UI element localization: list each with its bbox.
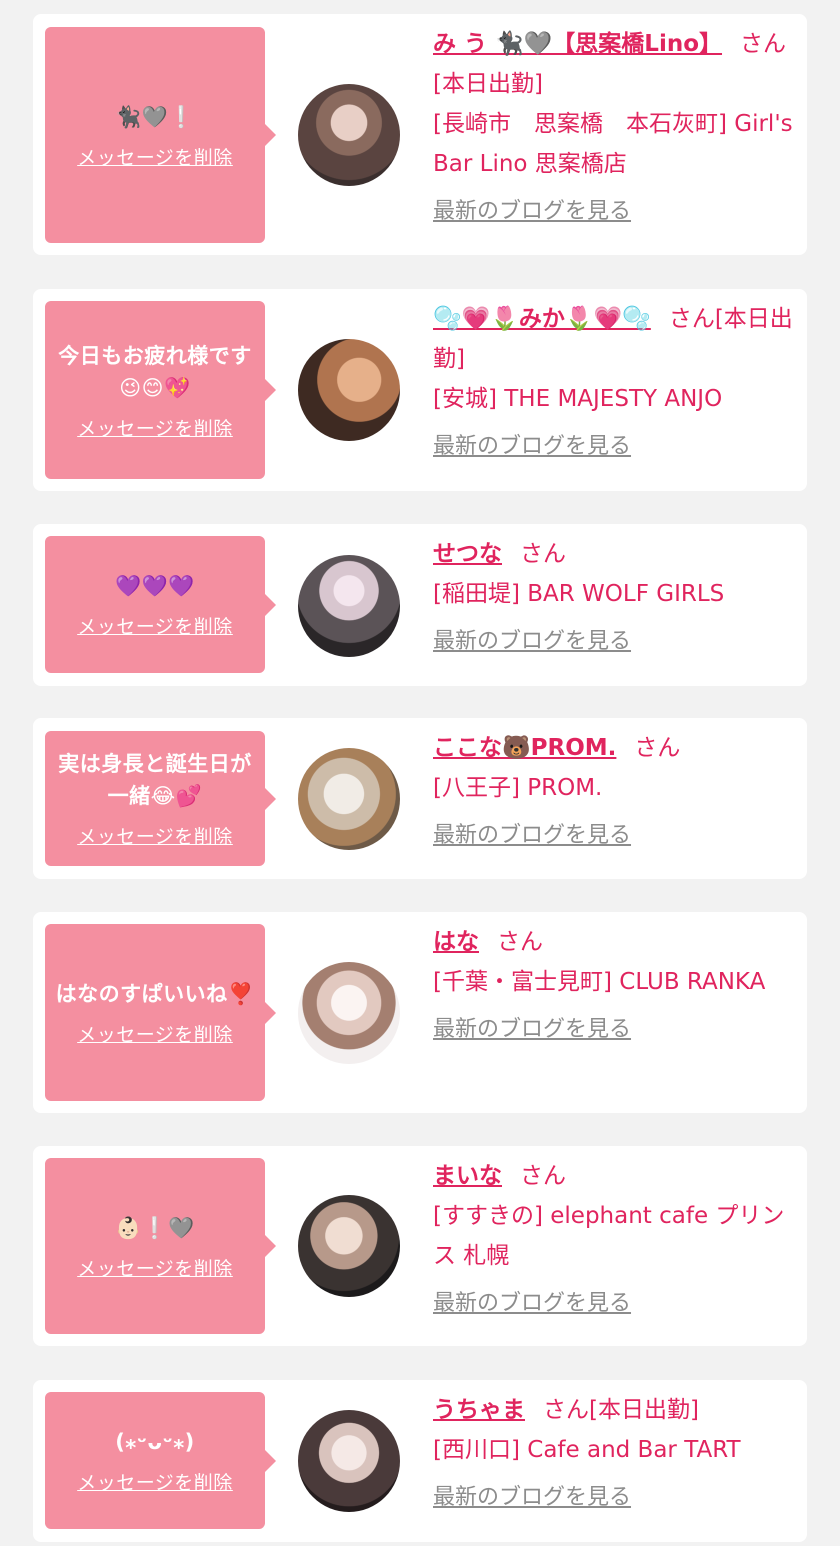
cast-name-link[interactable]: 🫧💗🌷みか🌷💗🫧 bbox=[433, 306, 651, 332]
list-item: 今日もお疲れ様です😉😊💖 メッセージを削除 🫧💗🌷みか🌷💗🫧 さん[本日出勤] [… bbox=[33, 289, 807, 491]
shop-info: [八王子] PROM. bbox=[433, 775, 603, 801]
list-item: (⁎ᵕᴗᵕ⁎) メッセージを削除 うちゃま さん[本日出勤] [西川口] Cafe… bbox=[33, 1380, 807, 1542]
latest-blog-link[interactable]: 最新のブログを見る bbox=[433, 1284, 631, 1324]
shop-info: [西川口] Cafe and Bar TART bbox=[433, 1437, 741, 1463]
cast-name-link[interactable]: み う 🐈‍⬛🩶【思案橋Lino】 bbox=[433, 31, 722, 57]
latest-blog-link[interactable]: 最新のブログを見る bbox=[433, 427, 631, 467]
list-item: 実は身長と誕生日が一緒😂💕 メッセージを削除 ここな🐻PROM. さん [八王子]… bbox=[33, 718, 807, 879]
message-bubble: はなのすぱいいね❣️ メッセージを削除 bbox=[45, 924, 276, 1101]
cast-name-link[interactable]: うちゃま bbox=[433, 1397, 525, 1423]
avatar[interactable] bbox=[298, 84, 400, 186]
delete-message-link[interactable]: メッセージを削除 bbox=[77, 414, 233, 441]
honorific-status: さん bbox=[520, 541, 566, 567]
message-text: 👶🏻❕🩶 bbox=[115, 1215, 195, 1240]
avatar[interactable] bbox=[298, 1195, 400, 1297]
delete-message-link[interactable]: メッセージを削除 bbox=[77, 822, 233, 849]
shop-info: [すすきの] elephant cafe プリンス 札幌 bbox=[433, 1203, 785, 1269]
latest-blog-link[interactable]: 最新のブログを見る bbox=[433, 192, 631, 232]
avatar[interactable] bbox=[298, 962, 400, 1064]
latest-blog-link[interactable]: 最新のブログを見る bbox=[433, 1478, 631, 1518]
message-bubble: 🐈‍⬛🩶❕ メッセージを削除 bbox=[45, 27, 276, 243]
shop-info: [稲田堤] BAR WOLF GIRLS bbox=[433, 581, 725, 607]
message-text: 🐈‍⬛🩶❕ bbox=[115, 104, 195, 129]
delete-message-link[interactable]: メッセージを削除 bbox=[77, 143, 233, 170]
delete-message-link[interactable]: メッセージを削除 bbox=[77, 612, 233, 639]
message-text: 今日もお疲れ様です😉😊💖 bbox=[58, 343, 252, 400]
delete-message-link[interactable]: メッセージを削除 bbox=[77, 1468, 233, 1495]
avatar[interactable] bbox=[298, 339, 400, 441]
message-text: 実は身長と誕生日が一緒😂💕 bbox=[58, 752, 252, 808]
cast-name-link[interactable]: せつな bbox=[433, 541, 502, 567]
message-bubble: 今日もお疲れ様です😉😊💖 メッセージを削除 bbox=[45, 301, 276, 479]
shop-info: [千葉・富士見町] CLUB RANKA bbox=[433, 969, 766, 995]
message-text: はなのすぱいいね❣️ bbox=[55, 982, 255, 1006]
honorific-status: さん bbox=[520, 1163, 566, 1189]
avatar[interactable] bbox=[298, 555, 400, 657]
latest-blog-link[interactable]: 最新のブログを見る bbox=[433, 1010, 631, 1050]
delete-message-link[interactable]: メッセージを削除 bbox=[77, 1254, 233, 1281]
message-list: 🐈‍⬛🩶❕ メッセージを削除 み う 🐈‍⬛🩶【思案橋Lino】さん[本日出勤]… bbox=[0, 0, 840, 1546]
list-item: 🐈‍⬛🩶❕ メッセージを削除 み う 🐈‍⬛🩶【思案橋Lino】 さん[本日出勤]… bbox=[33, 14, 807, 255]
list-item: はなのすぱいいね❣️ メッセージを削除 はな さん [千葉・富士見町] CLUB … bbox=[33, 912, 807, 1113]
latest-blog-link[interactable]: 最新のブログを見る bbox=[433, 816, 631, 856]
honorific-status: さん bbox=[634, 735, 681, 761]
shop-info: [安城] THE MAJESTY ANJO bbox=[433, 386, 723, 412]
delete-message-link[interactable]: メッセージを削除 bbox=[77, 1020, 233, 1047]
list-item: 👶🏻❕🩶 メッセージを削除 まいな さん [すすきの] elephant cafe… bbox=[33, 1146, 807, 1346]
message-bubble: 👶🏻❕🩶 メッセージを削除 bbox=[45, 1158, 276, 1334]
avatar[interactable] bbox=[298, 1410, 400, 1512]
honorific-status: さん[本日出勤] bbox=[543, 1397, 699, 1423]
latest-blog-link[interactable]: 最新のブログを見る bbox=[433, 622, 631, 662]
honorific-status: さん bbox=[497, 929, 543, 955]
cast-name-link[interactable]: はな bbox=[433, 929, 479, 955]
message-bubble: (⁎ᵕᴗᵕ⁎) メッセージを削除 bbox=[45, 1392, 276, 1529]
avatar[interactable] bbox=[298, 748, 400, 850]
message-bubble: 💜💜💜 メッセージを削除 bbox=[45, 536, 276, 673]
cast-name-link[interactable]: ここな🐻PROM. bbox=[433, 735, 616, 761]
message-text: (⁎ᵕᴗᵕ⁎) bbox=[115, 1430, 195, 1454]
message-bubble: 実は身長と誕生日が一緒😂💕 メッセージを削除 bbox=[45, 731, 276, 866]
list-item: 💜💜💜 メッセージを削除 せつな さん [稲田堤] BAR WOLF GIRLS … bbox=[33, 524, 807, 686]
message-text: 💜💜💜 bbox=[115, 574, 195, 598]
cast-name-link[interactable]: まいな bbox=[433, 1163, 502, 1189]
shop-info: [長崎市 思案橋 本石灰町] Girl's Bar Lino 思案橋店 bbox=[433, 111, 793, 177]
